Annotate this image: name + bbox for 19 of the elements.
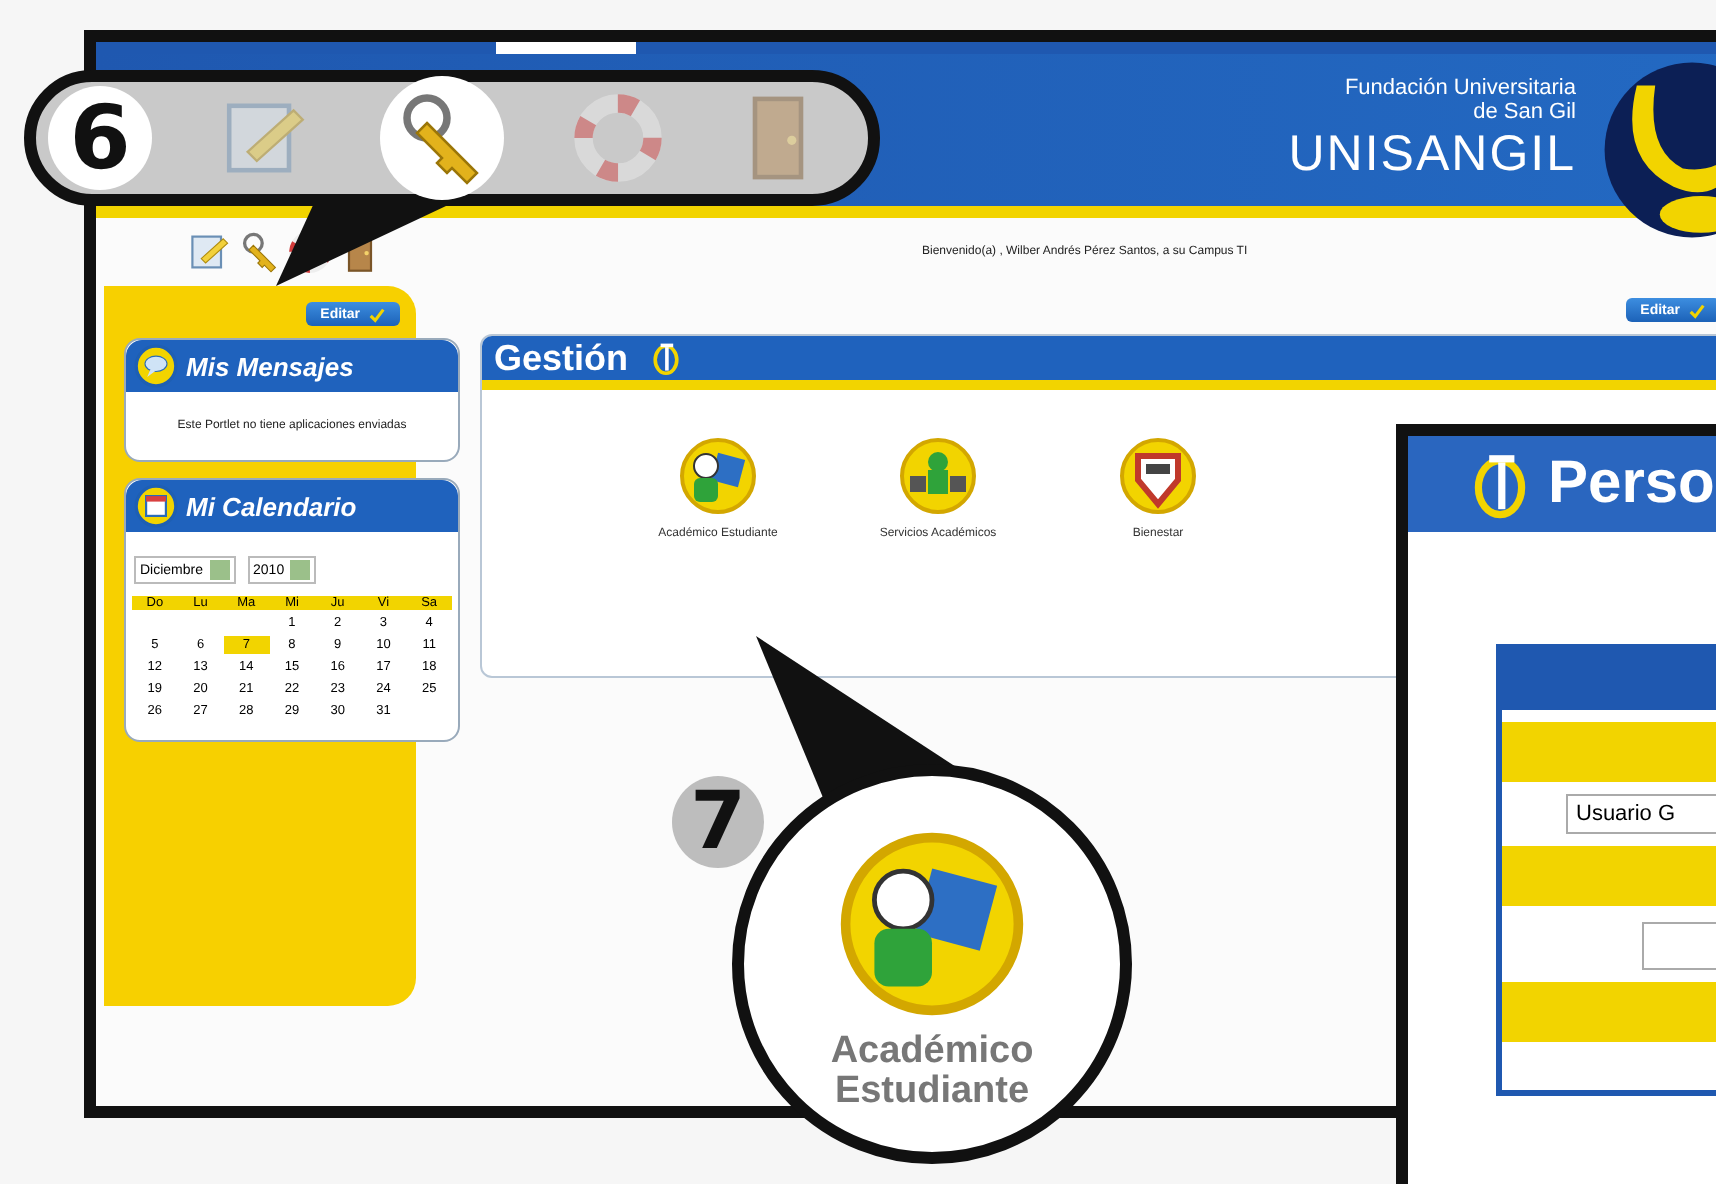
organization-name: de San Gil: [1473, 101, 1576, 125]
check-icon: [368, 305, 386, 323]
window-title: Perso: [1548, 450, 1715, 518]
organization-name: Fundación Universitaria: [1344, 78, 1576, 102]
panel-title: Gestión: [494, 337, 629, 379]
help-icon: [572, 92, 664, 184]
people-icon: [898, 436, 978, 516]
brand-name: UNISANGIL: [1288, 128, 1576, 182]
card-title: Mi Calendario: [186, 491, 357, 521]
keys-icon[interactable]: [238, 230, 282, 274]
edit-icon[interactable]: [188, 230, 232, 274]
card-title: Mis Mensajes: [186, 351, 354, 381]
shield-icon: [1118, 436, 1198, 516]
module-label: Académico Estudiante: [828, 1032, 1036, 1112]
username-field[interactable]: Usuario G: [1566, 794, 1716, 834]
student-books-icon: [836, 828, 1028, 1020]
student-books-icon: [678, 436, 758, 516]
step-number: 6: [48, 86, 152, 190]
check-icon: [1688, 301, 1706, 319]
